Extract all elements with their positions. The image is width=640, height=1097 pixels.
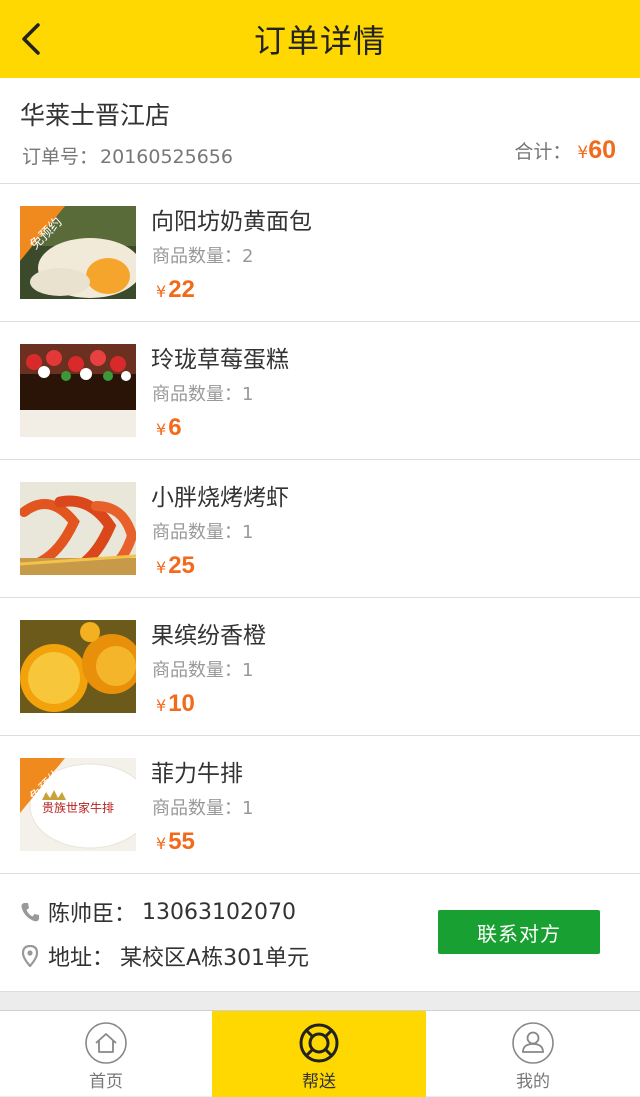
item-quantity: 商品数量：1 bbox=[152, 798, 254, 819]
address-value: 某校区A栋301单元 bbox=[120, 946, 310, 971]
tab-label: 我的 bbox=[516, 1072, 550, 1092]
strawberry-cake-image bbox=[20, 344, 136, 437]
item-quantity: 商品数量：2 bbox=[152, 246, 254, 267]
lifebuoy-icon bbox=[299, 1023, 339, 1063]
item-name: 玲珑草莓蛋糕 bbox=[151, 347, 289, 373]
item-name: 小胖烧烤烤虾 bbox=[151, 485, 289, 511]
order-number-value: 20160525656 bbox=[100, 146, 233, 168]
item-quantity: 商品数量：1 bbox=[152, 660, 254, 681]
bread-image: 免预约 bbox=[20, 206, 136, 299]
home-icon bbox=[85, 1022, 127, 1064]
title-bar: 订单详情 bbox=[0, 0, 640, 78]
logo-text: 贵族世家牛排 bbox=[42, 800, 114, 815]
location-pin-icon bbox=[21, 945, 39, 967]
item-name: 菲力牛排 bbox=[151, 761, 243, 787]
list-item[interactable]: 玲珑草莓蛋糕 商品数量：1 ¥6 bbox=[0, 322, 640, 460]
order-item-list: 免预约 向阳坊奶黄面包 商品数量：2 ¥22 玲珑草莓蛋糕 商品数量：1 ¥6 bbox=[0, 184, 640, 874]
order-number-label: 订单号： bbox=[22, 146, 99, 168]
shop-name: 华莱士晋江店 bbox=[20, 101, 171, 130]
item-quantity: 商品数量：1 bbox=[152, 522, 254, 543]
list-item[interactable]: 免预约 贵族世家牛排 菲力牛排 商品数量：1 ¥55 bbox=[0, 736, 640, 874]
contact-phone-row: 陈帅臣： 13063102070 bbox=[20, 896, 296, 928]
bottom-tab-bar: 首页 帮送 我的 bbox=[0, 1010, 640, 1097]
item-name: 向阳坊奶黄面包 bbox=[151, 209, 312, 235]
list-item[interactable]: 果缤纷香橙 商品数量：1 ¥10 bbox=[0, 598, 640, 736]
grilled-shrimp-image bbox=[20, 482, 136, 575]
item-price: ¥55 bbox=[156, 828, 195, 855]
tab-label: 首页 bbox=[89, 1072, 123, 1092]
tab-mine[interactable]: 我的 bbox=[426, 1011, 640, 1097]
back-chevron-icon[interactable] bbox=[14, 19, 54, 59]
tab-deliver[interactable]: 帮送 bbox=[212, 1011, 426, 1097]
list-item[interactable]: 免预约 向阳坊奶黄面包 商品数量：2 ¥22 bbox=[0, 184, 640, 322]
steak-logo-image: 免预约 贵族世家牛排 bbox=[20, 758, 136, 851]
item-name: 果缤纷香橙 bbox=[151, 623, 266, 649]
list-item[interactable]: 小胖烧烤烤虾 商品数量：1 ¥25 bbox=[0, 460, 640, 598]
tab-label: 帮送 bbox=[302, 1072, 336, 1092]
contact-phone: 13063102070 bbox=[142, 899, 296, 925]
phone-icon bbox=[21, 903, 39, 922]
total-label: 合计： bbox=[514, 141, 572, 163]
tab-home[interactable]: 首页 bbox=[0, 1011, 212, 1097]
total-amount: 60 bbox=[588, 136, 616, 164]
item-quantity: 商品数量：1 bbox=[152, 384, 254, 405]
item-price: ¥6 bbox=[156, 414, 182, 441]
page-title: 订单详情 bbox=[253, 22, 386, 60]
user-icon bbox=[512, 1022, 554, 1064]
currency-symbol: ¥ bbox=[577, 143, 589, 163]
address-label: 地址： bbox=[48, 946, 115, 971]
contact-button[interactable]: 联系对方 bbox=[438, 910, 600, 954]
contact-name: 陈帅臣： bbox=[48, 902, 137, 927]
order-total: 合计： ¥ 60 bbox=[514, 136, 616, 165]
contact-address-row: 地址： 某校区A栋301单元 bbox=[20, 940, 309, 972]
orange-image bbox=[20, 620, 136, 713]
item-price: ¥10 bbox=[156, 690, 195, 717]
item-price: ¥22 bbox=[156, 276, 195, 303]
item-price: ¥25 bbox=[156, 552, 195, 579]
contact-section: 陈帅臣： 13063102070 地址： 某校区A栋301单元 联系对方 bbox=[0, 874, 640, 992]
order-number: 订单号： 20160525656 bbox=[20, 142, 233, 169]
order-summary: 华莱士晋江店 订单号： 20160525656 合计： ¥ 60 bbox=[0, 78, 640, 184]
